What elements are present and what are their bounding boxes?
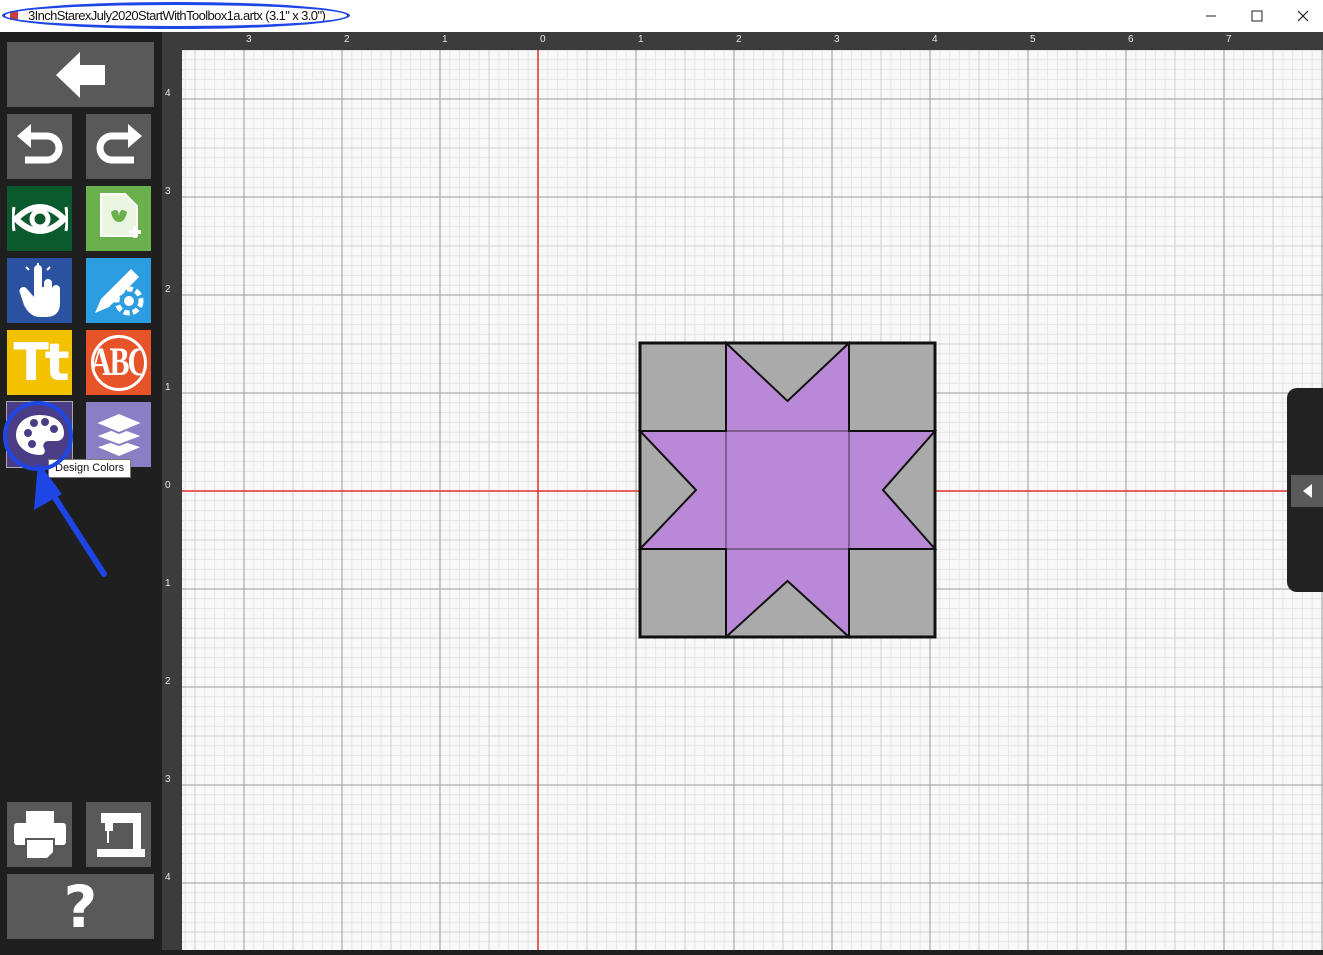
ruler-left-label: 3: [165, 186, 171, 197]
close-button[interactable]: [1280, 0, 1323, 32]
ruler-left-label: 3: [165, 774, 171, 785]
print-button[interactable]: [7, 802, 72, 867]
redo-button[interactable]: [86, 114, 151, 179]
help-icon: ?: [63, 872, 98, 941]
ruler-top-label: 1: [442, 34, 448, 45]
touch-hand-icon: [18, 262, 60, 317]
ruler-left-label: 1: [165, 382, 171, 393]
ruler-top-label: 0: [540, 34, 546, 45]
maximize-button[interactable]: [1234, 0, 1280, 32]
maximize-icon: [1251, 10, 1263, 22]
edit-settings-button[interactable]: [86, 258, 151, 323]
send-to-machine-button[interactable]: [86, 802, 151, 867]
minimize-button[interactable]: [1188, 0, 1234, 32]
help-button[interactable]: ?: [7, 874, 154, 939]
layers-icon: [91, 411, 146, 458]
design-colors-tooltip: Design Colors: [48, 459, 132, 478]
ruler-left-label: 1: [165, 578, 171, 589]
ruler-left-label: 0: [165, 480, 171, 491]
layers-button[interactable]: [86, 402, 151, 467]
ruler-top-label: 6: [1128, 34, 1134, 45]
undo-button[interactable]: [7, 114, 72, 179]
ruler-vertical: [162, 50, 182, 950]
pencil-gear-icon: [94, 268, 143, 315]
title-bar: 3InchStarexJuly2020StartWithToolbox1a.ar…: [0, 0, 1323, 32]
eye-icon: [11, 203, 68, 234]
ruler-left-label: 2: [165, 284, 171, 295]
star-design[interactable]: [637, 340, 938, 640]
add-design-button[interactable]: [86, 186, 151, 251]
monogram-label: ABC: [90, 339, 147, 385]
toolbox-sidebar: Tt ABC ?: [0, 32, 162, 950]
add-design-icon: [99, 192, 141, 238]
ruler-top-label: 2: [344, 34, 350, 45]
ruler-left-label: 4: [165, 872, 171, 883]
chevron-left-icon: [1303, 484, 1312, 498]
view-button[interactable]: [7, 186, 72, 251]
expand-panel-button[interactable]: [1291, 475, 1323, 507]
undo-icon: [16, 123, 62, 163]
ruler-top-label: 4: [932, 34, 938, 45]
title-highlight-annotation: [2, 2, 350, 29]
text-button[interactable]: Tt: [7, 330, 72, 395]
canvas-grid-svg: [182, 49, 1323, 950]
monogram-abc-icon: ABC: [90, 334, 147, 391]
ruler-left-label: 2: [165, 676, 171, 687]
ruler-top-label: 5: [1030, 34, 1036, 45]
back-button[interactable]: [7, 42, 154, 107]
redo-icon: [96, 123, 142, 163]
minimize-icon: [1206, 15, 1216, 17]
ruler-horizontal: [162, 32, 1323, 50]
text-tt-icon: Tt: [13, 332, 69, 393]
ruler-top-label: 3: [834, 34, 840, 45]
select-button[interactable]: [7, 258, 72, 323]
back-arrow-icon: [55, 51, 105, 98]
ruler-top-label: 2: [736, 34, 742, 45]
palette-icon: [15, 414, 64, 455]
ruler-top-label: 3: [246, 34, 252, 45]
design-colors-button[interactable]: [6, 401, 73, 468]
design-canvas[interactable]: [182, 49, 1323, 950]
close-icon: [1297, 10, 1309, 22]
printer-icon: [13, 810, 66, 860]
ruler-top-label: 1: [638, 34, 644, 45]
sewing-machine-icon: [96, 812, 145, 857]
ruler-top-label: 7: [1226, 34, 1232, 45]
ruler-left-label: 4: [165, 88, 171, 99]
monogram-button[interactable]: ABC: [86, 330, 151, 395]
